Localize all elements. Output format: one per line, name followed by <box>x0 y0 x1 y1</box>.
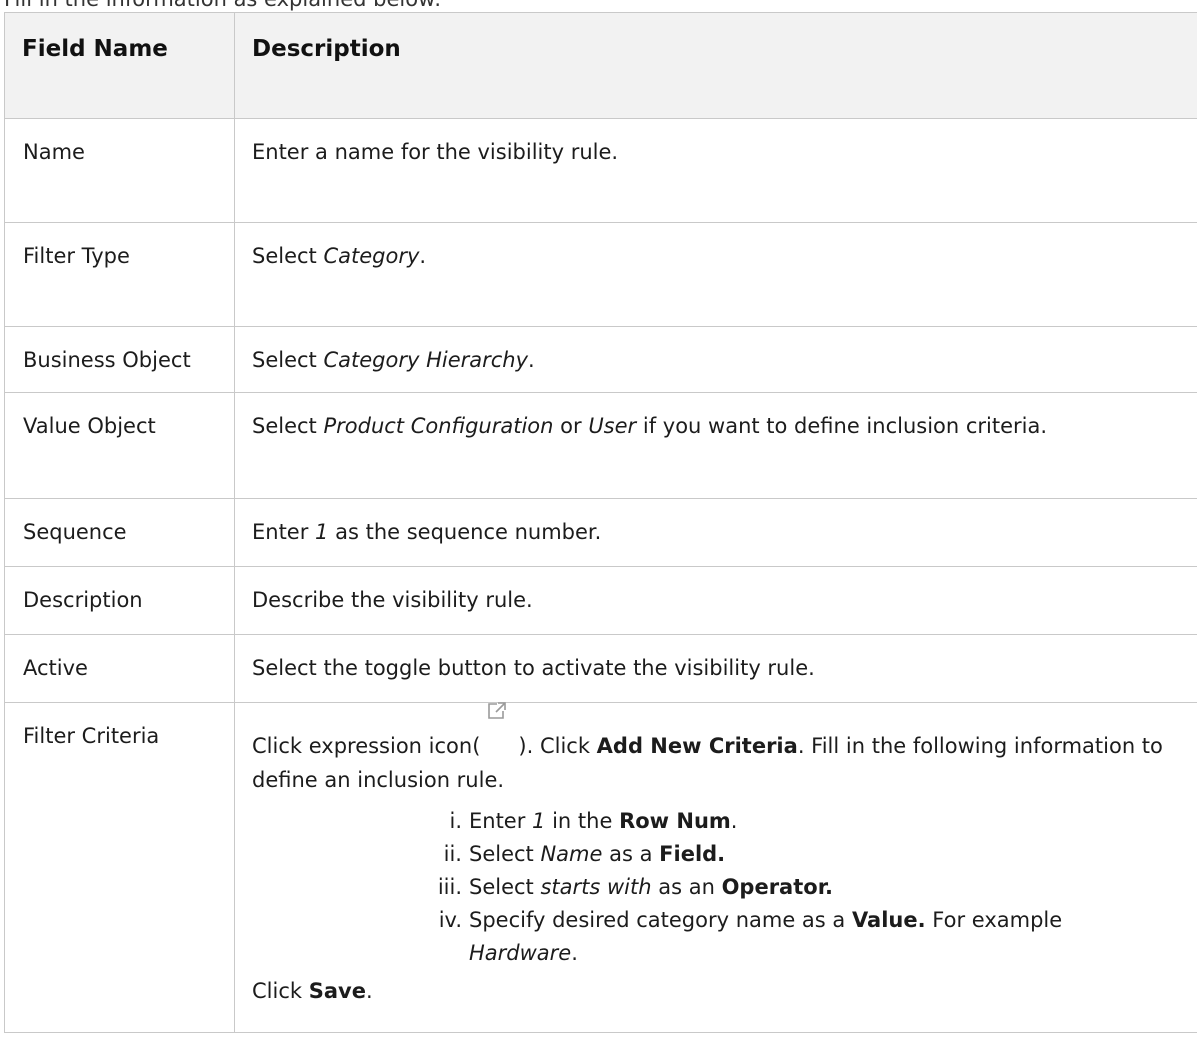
desc-emphasis: Category Hierarchy <box>323 348 529 372</box>
table-row: Description Describe the visibility rule… <box>4 566 1197 635</box>
step-strong: Row Num <box>619 809 731 833</box>
field-name-cell: Value Object <box>4 392 235 499</box>
criteria-steps-list: i. Enter 1 in the Row Num. ii. Select Name… <box>252 805 1187 970</box>
description-cell: Enter a name for the visibility rule. <box>234 118 1197 223</box>
description-cell: Select Category Hierarchy. <box>234 326 1197 393</box>
step-text: . <box>730 809 738 833</box>
expression-icon-wrapper <box>480 702 518 753</box>
field-name-cell: Filter Type <box>4 222 235 327</box>
step-text: as an <box>651 875 722 899</box>
description-cell: Describe the visibility rule. <box>234 566 1197 635</box>
step-emphasis: starts with <box>540 875 652 899</box>
step-number: iv. <box>438 908 462 932</box>
desc-emphasis: Category <box>323 244 420 268</box>
desc-text: Click <box>252 979 309 1003</box>
table-row: Value Object Select Product Configuratio… <box>4 392 1197 499</box>
list-item: ii. Select Name as a Field. <box>252 838 1187 871</box>
step-text: For example <box>925 908 1063 932</box>
step-number: iii. <box>437 875 462 899</box>
field-name-cell: Filter Criteria <box>4 702 235 1033</box>
description-cell: Select Product Configuration or User if … <box>234 392 1197 499</box>
desc-text: Select <box>252 244 324 268</box>
desc-emphasis: 1 <box>315 520 329 544</box>
step-text: . <box>571 941 578 965</box>
field-name-cell: Description <box>4 566 235 635</box>
desc-text: if you want to define inclusion criteria… <box>636 414 1048 438</box>
step-continuation: Hardware. <box>469 937 1187 970</box>
table-row: Sequence Enter 1 as the sequence number. <box>4 498 1197 567</box>
table-header-row: Field Name Description <box>4 12 1197 119</box>
desc-text: Select <box>252 348 324 372</box>
intro-text: Fill in the information as explained bel… <box>4 0 441 12</box>
step-emphasis: Name <box>540 842 603 866</box>
desc-strong: Save <box>308 979 366 1003</box>
desc-text: . <box>365 979 373 1003</box>
description-cell: Enter 1 as the sequence number. <box>234 498 1197 567</box>
field-name-cell: Business Object <box>4 326 235 393</box>
desc-text: . <box>528 348 535 372</box>
description-cell: Select Category. <box>234 222 1197 327</box>
field-name-cell: Name <box>4 118 235 223</box>
desc-text: ). Click <box>518 734 597 758</box>
description-cell: Select the toggle button to activate the… <box>234 634 1197 703</box>
criteria-intro-paragraph: Click expression icon( ). Click Add New C… <box>252 702 1187 797</box>
criteria-save-paragraph: Click Save. <box>252 974 1187 1008</box>
field-description-table: Field Name Description Name Enter a name… <box>4 12 1197 1033</box>
desc-text: Enter <box>252 520 316 544</box>
desc-text: Select <box>252 414 324 438</box>
desc-emphasis: Product Configuration <box>323 414 554 438</box>
external-link-icon <box>488 702 507 719</box>
step-text: Specify desired category name as a <box>469 908 852 932</box>
list-item: i. Enter 1 in the Row Num. <box>252 805 1187 838</box>
desc-text: as the sequence number. <box>328 520 602 544</box>
field-name-cell: Sequence <box>4 498 235 567</box>
list-item: iv. Specify desired category name as a Va… <box>252 904 1187 970</box>
header-description: Description <box>234 12 1197 119</box>
list-item: iii. Select starts with as an Operator. <box>252 871 1187 904</box>
desc-emphasis: User <box>588 414 637 438</box>
table-row: Active Select the toggle button to activ… <box>4 634 1197 703</box>
step-text: in the <box>545 809 620 833</box>
step-emphasis: Hardware <box>469 941 572 965</box>
header-field-name: Field Name <box>4 12 235 119</box>
step-strong: Value. <box>851 908 926 932</box>
table-row: Business Object Select Category Hierarch… <box>4 326 1197 393</box>
desc-strong: Add New Criteria <box>596 734 798 758</box>
step-strong: Field. <box>659 842 726 866</box>
step-text: Select <box>469 842 541 866</box>
step-emphasis: 1 <box>532 809 546 833</box>
table-row: Filter Type Select Category. <box>4 222 1197 327</box>
description-cell: Click expression icon( ). Click Add New C… <box>234 702 1197 1033</box>
desc-text: Click expression icon( <box>252 734 481 758</box>
desc-text: . <box>419 244 427 268</box>
step-strong: Operator. <box>721 875 834 899</box>
step-text: as a <box>602 842 660 866</box>
step-number: ii. <box>443 842 462 866</box>
table-row: Filter Criteria Click expression icon().… <box>4 702 1197 1033</box>
desc-text: or <box>553 414 589 438</box>
step-text: Enter <box>469 809 533 833</box>
step-text: Select <box>469 875 541 899</box>
field-name-cell: Active <box>4 634 235 703</box>
table-row: Name Enter a name for the visibility rul… <box>4 118 1197 223</box>
step-number: i. <box>449 809 462 833</box>
